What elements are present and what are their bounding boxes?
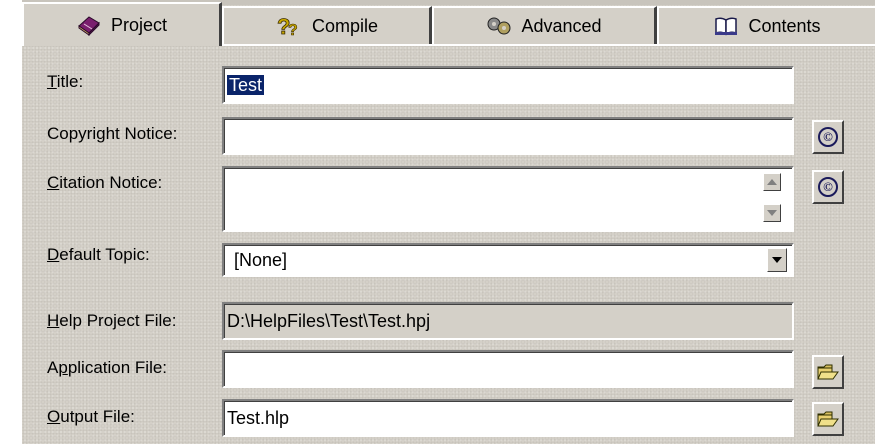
tab-label: Contents: [748, 15, 821, 36]
citation-notice-textarea[interactable]: [222, 166, 794, 232]
chevron-down-icon: [772, 257, 782, 263]
output-file-input[interactable]: Test.hlp: [222, 399, 794, 437]
open-book-icon: [713, 15, 739, 37]
tab-compile[interactable]: ? ? Compile: [222, 6, 432, 44]
tab-label: Advanced: [521, 15, 602, 36]
default-topic-dropdown[interactable]: [None]: [222, 243, 794, 277]
help-project-file-field: D:\HelpFiles\Test\Test.hpj: [222, 302, 794, 340]
citation-symbol-button[interactable]: ©: [812, 170, 844, 204]
tab-label: Compile: [311, 15, 379, 36]
folder-open-icon: [817, 364, 839, 380]
output-file-browse-button[interactable]: [812, 402, 844, 436]
title-label: Title:: [47, 72, 84, 91]
folder-open-icon: [817, 411, 839, 427]
tab-label: Project: [110, 14, 168, 35]
title-input[interactable]: Test: [222, 66, 794, 104]
default-topic-label: Default Topic:: [47, 245, 150, 264]
output-file-value: Test.hlp: [227, 408, 290, 428]
application-file-label: Application File:: [47, 358, 168, 377]
copyright-notice-input[interactable]: [222, 117, 794, 155]
citation-notice-label: Citation Notice:: [47, 173, 163, 192]
title-value: Test: [227, 75, 265, 95]
tab-advanced[interactable]: Advanced: [432, 6, 657, 44]
output-file-label: Output File:: [47, 407, 135, 426]
arrow-up-icon: [767, 179, 777, 185]
help-project-file-value: D:\HelpFiles\Test\Test.hpj: [227, 311, 431, 331]
help-project-file-label: Help Project File:: [47, 311, 177, 330]
arrow-down-icon: [767, 210, 777, 216]
application-file-input[interactable]: [222, 350, 794, 388]
copyright-symbol-icon: ©: [818, 127, 838, 147]
book-icon: [76, 14, 102, 36]
citation-scroll-down-button[interactable]: [763, 204, 781, 222]
application-file-browse-button[interactable]: [812, 355, 844, 389]
tab-strip: Project ? ? Compile Advanced Contents: [22, 0, 875, 46]
svg-text:?: ?: [288, 22, 298, 37]
citation-scroll-up-button[interactable]: [763, 173, 781, 191]
tab-contents[interactable]: Contents: [657, 6, 875, 44]
default-topic-value: [None]: [234, 250, 288, 270]
gears-icon: [486, 15, 512, 37]
question-mark-icon: ? ?: [275, 15, 303, 37]
copyright-symbol-button[interactable]: ©: [812, 120, 844, 154]
copyright-symbol-icon: ©: [818, 177, 838, 197]
default-topic-dropdown-button[interactable]: [767, 248, 787, 272]
copyright-notice-label: Copyright Notice:: [47, 124, 178, 143]
tab-project[interactable]: Project: [22, 2, 222, 46]
